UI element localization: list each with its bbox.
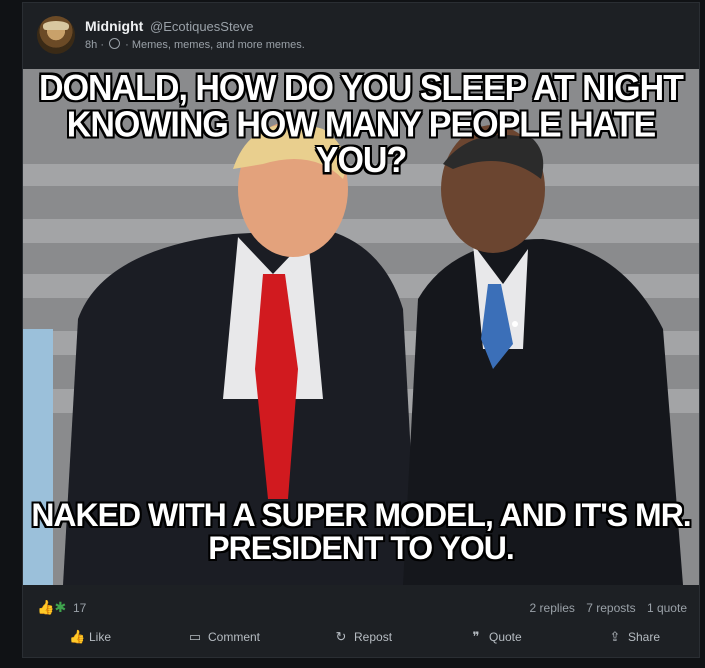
- avatar[interactable]: [37, 16, 75, 54]
- reactions[interactable]: 👍✱: [37, 599, 66, 616]
- share-button[interactable]: ⇪ Share: [608, 629, 660, 645]
- like-button[interactable]: 👍 Like: [69, 629, 111, 645]
- cactus-icon: ✱: [54, 599, 67, 615]
- post-actions: 👍 Like ▭ Comment ↻ Repost ❞ Quote ⇪ Share: [23, 625, 699, 651]
- replies-count[interactable]: 2 replies: [530, 601, 575, 615]
- author-handle[interactable]: @EcotiquesSteve: [150, 19, 254, 34]
- comment-icon: ▭: [188, 629, 202, 644]
- post-time[interactable]: 8h: [85, 39, 97, 51]
- quote-icon: ❞: [472, 629, 480, 644]
- post-card: Midnight @EcotiquesSteve 8h · · Memes, m…: [22, 2, 700, 658]
- meme-image[interactable]: DONALD, HOW DO YOU SLEEP AT NIGHT KNOWIN…: [23, 69, 699, 585]
- reaction-count[interactable]: 17: [73, 601, 86, 615]
- community-name[interactable]: Memes, memes, and more memes.: [132, 39, 305, 51]
- globe-icon: [109, 38, 121, 49]
- thumbs-up-icon: 👍: [37, 599, 55, 615]
- post-meta: 8h · · Memes, memes, and more memes.: [85, 38, 305, 51]
- reposts-count[interactable]: 7 reposts: [586, 601, 635, 615]
- meme-top-caption: DONALD, HOW DO YOU SLEEP AT NIGHT KNOWIN…: [39, 69, 684, 182]
- post-stats: 👍✱ 17 2 replies 7 reposts 1 quote: [23, 595, 699, 617]
- comment-button[interactable]: ▭ Comment: [188, 629, 260, 645]
- quote-button[interactable]: ❞ Quote: [469, 629, 522, 645]
- author-name[interactable]: Midnight: [85, 18, 143, 34]
- meme-bottom-caption: NAKED WITH A SUPER MODEL, AND IT'S MR. P…: [31, 497, 691, 566]
- thumbs-up-icon: 👍: [69, 629, 86, 644]
- share-icon: ⇪: [609, 629, 621, 644]
- quotes-count[interactable]: 1 quote: [647, 601, 687, 615]
- repost-button[interactable]: ↻ Repost: [334, 629, 392, 645]
- engagement-counts: 2 replies 7 reposts 1 quote: [522, 601, 687, 615]
- repost-icon: ↻: [335, 629, 347, 644]
